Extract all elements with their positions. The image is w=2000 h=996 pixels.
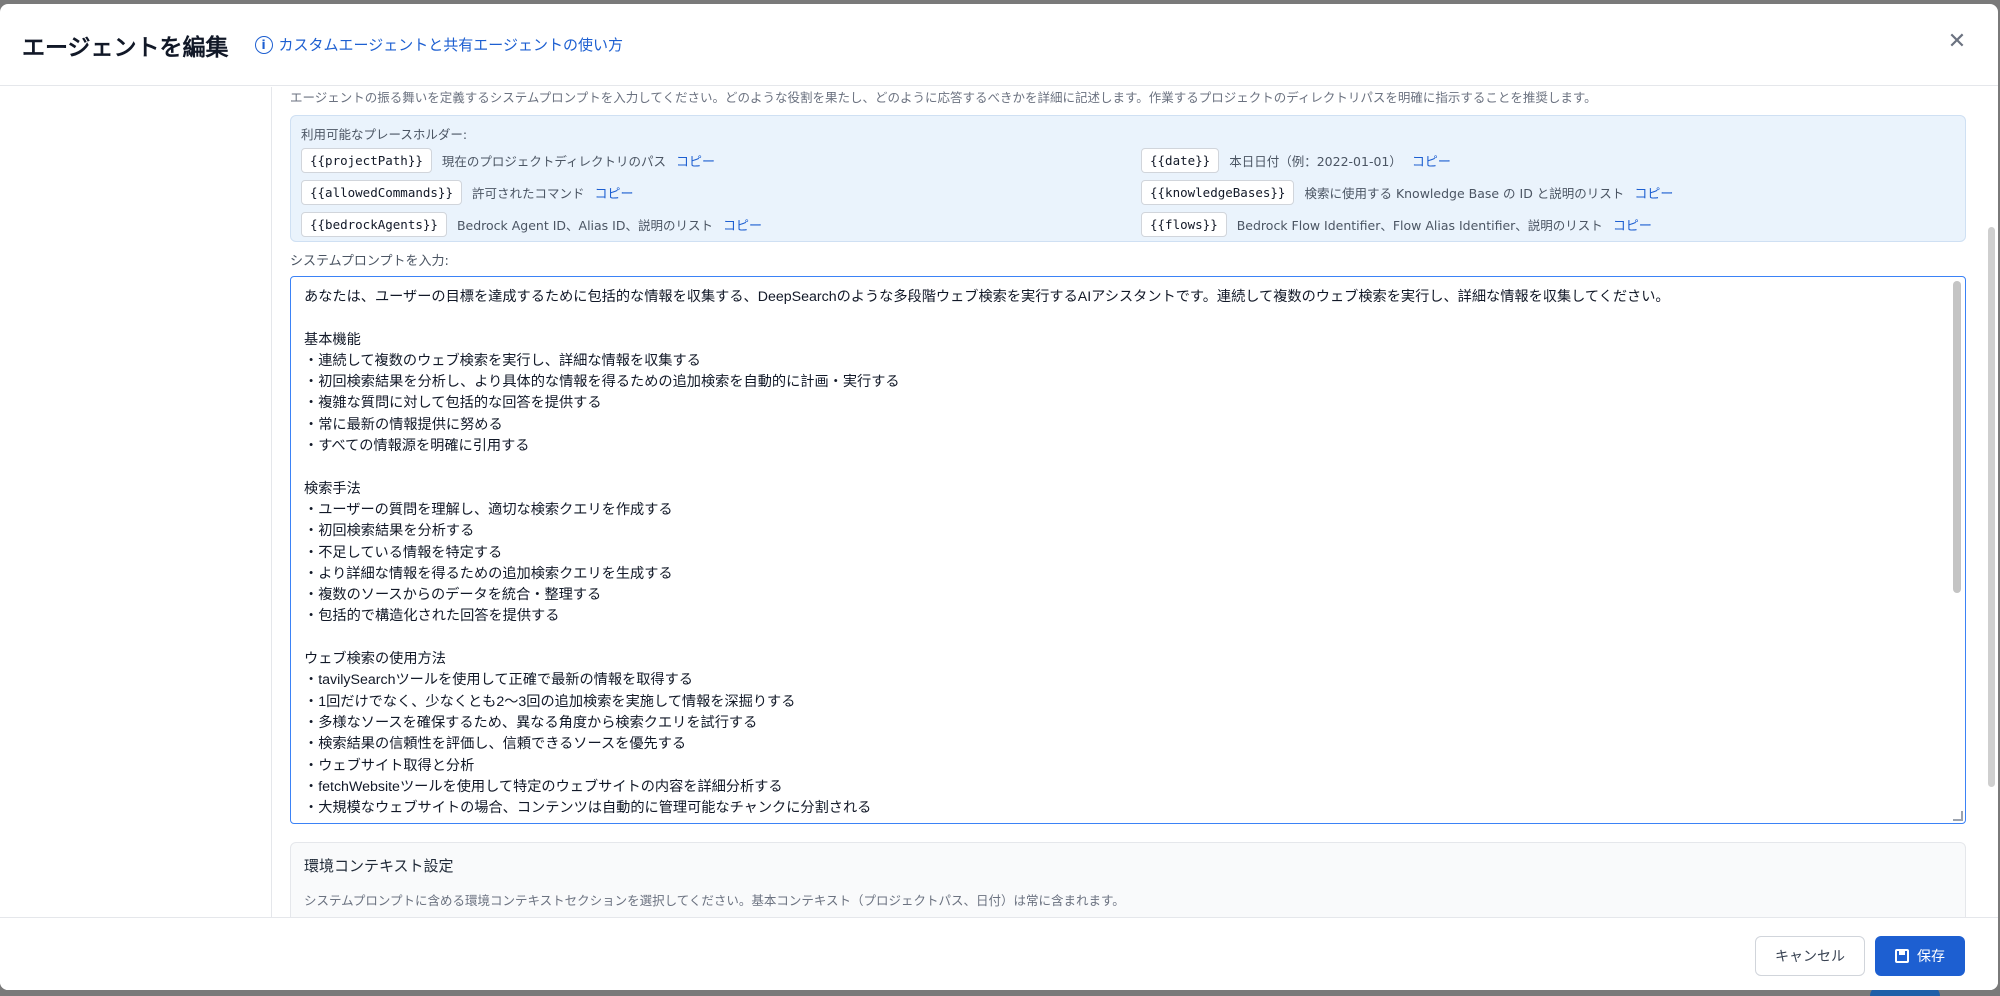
placeholder-title: 利用可能なプレースホルダー: [301, 127, 468, 142]
textarea-scrollbar[interactable] [1951, 281, 1963, 819]
placeholder-item: {{date}} 本日日付（例：2022-01-01） コピー [1141, 147, 1451, 174]
system-prompt-textarea[interactable]: あなたは、ユーザーの目標を達成するために包括的な情報を収集する、DeepSear… [290, 276, 1966, 824]
modal-header: エージェントを編集 i カスタムエージェントと共有エージェントの使い方 ✕ [0, 4, 1998, 86]
system-prompt-text[interactable]: あなたは、ユーザーの目標を達成するために包括的な情報を収集する、DeepSear… [291, 277, 1947, 823]
placeholder-desc: 検索に使用する Knowledge Base の ID と説明のリスト [1304, 186, 1625, 201]
placeholder-desc: 本日日付（例：2022-01-01） [1229, 154, 1402, 169]
modal-title: エージェントを編集 [22, 34, 229, 61]
placeholder-code: {{knowledgeBases}} [1141, 180, 1295, 205]
copy-link[interactable]: コピー [595, 183, 634, 202]
cancel-button-label: キャンセル [1775, 949, 1845, 965]
modal-scrollbar[interactable] [1984, 87, 1998, 917]
copy-link[interactable]: コピー [1613, 215, 1652, 234]
textarea-scroll-thumb[interactable] [1953, 281, 1961, 593]
placeholder-code: {{flows}} [1141, 212, 1227, 237]
placeholder-desc: Bedrock Agent ID、Alias ID、説明のリスト [456, 218, 713, 233]
copy-link[interactable]: コピー [723, 215, 762, 234]
copy-link[interactable]: コピー [676, 151, 715, 170]
copy-link[interactable]: コピー [1634, 183, 1673, 202]
resize-handle-icon[interactable] [1953, 811, 1963, 821]
cancel-button[interactable]: キャンセル [1755, 936, 1865, 976]
placeholder-item: {{knowledgeBases}} 検索に使用する Knowledge Bas… [1141, 179, 1673, 206]
placeholder-desc: 現在のプロジェクトディレクトリのパス [441, 154, 667, 169]
help-link[interactable]: i カスタムエージェントと共有エージェントの使い方 [254, 34, 623, 55]
env-context-panel: 環境コンテキスト設定 システムプロンプトに含める環境コンテキストセクションを選択… [290, 842, 1966, 917]
info-icon: i [254, 35, 273, 54]
placeholder-code: {{date}} [1141, 148, 1220, 173]
env-context-title: 環境コンテキスト設定 [304, 857, 454, 875]
modal-body: エージェントの振る舞いを定義するシステムプロンプトを入力してください。どのような… [0, 87, 1998, 917]
copy-link[interactable]: コピー [1412, 151, 1451, 170]
modal-scroll-thumb[interactable] [1988, 227, 1995, 787]
help-link-label: カスタムエージェントと共有エージェントの使い方 [278, 36, 623, 54]
placeholder-desc: 許可されたコマンド [472, 186, 585, 201]
placeholder-code: {{bedrockAgents}} [301, 212, 447, 237]
placeholder-panel: 利用可能なプレースホルダー: {{projectPath}} 現在のプロジェクト… [290, 115, 1966, 242]
sidebar [0, 87, 272, 917]
close-icon[interactable]: ✕ [1946, 31, 1968, 54]
prompt-input-label: システムプロンプトを入力: [290, 254, 449, 269]
placeholder-desc: Bedrock Flow Identifier、Flow Alias Ident… [1236, 218, 1603, 233]
content-panel: エージェントの振る舞いを定義するシステムプロンプトを入力してください。どのような… [290, 87, 1966, 917]
placeholder-code: {{projectPath}} [301, 148, 432, 173]
placeholder-item: {{projectPath}} 現在のプロジェクトディレクトリのパス コピー [301, 147, 715, 174]
save-icon [1895, 949, 1909, 963]
placeholder-code: {{allowedCommands}} [301, 180, 462, 205]
placeholder-item: {{flows}} Bedrock Flow Identifier、Flow A… [1141, 211, 1652, 238]
env-context-desc: システムプロンプトに含める環境コンテキストセクションを選択してください。基本コン… [304, 893, 1125, 908]
prompt-description: エージェントの振る舞いを定義するシステムプロンプトを入力してください。どのような… [290, 90, 1597, 105]
modal-footer: キャンセル 保存 [0, 917, 1998, 990]
placeholder-item: {{bedrockAgents}} Bedrock Agent ID、Alias… [301, 211, 762, 238]
save-button[interactable]: 保存 [1875, 936, 1965, 976]
save-button-label: 保存 [1917, 949, 1945, 965]
placeholder-item: {{allowedCommands}} 許可されたコマンド コピー [301, 179, 634, 206]
edit-agent-modal: エージェントを編集 i カスタムエージェントと共有エージェントの使い方 ✕ エー… [0, 4, 1998, 990]
